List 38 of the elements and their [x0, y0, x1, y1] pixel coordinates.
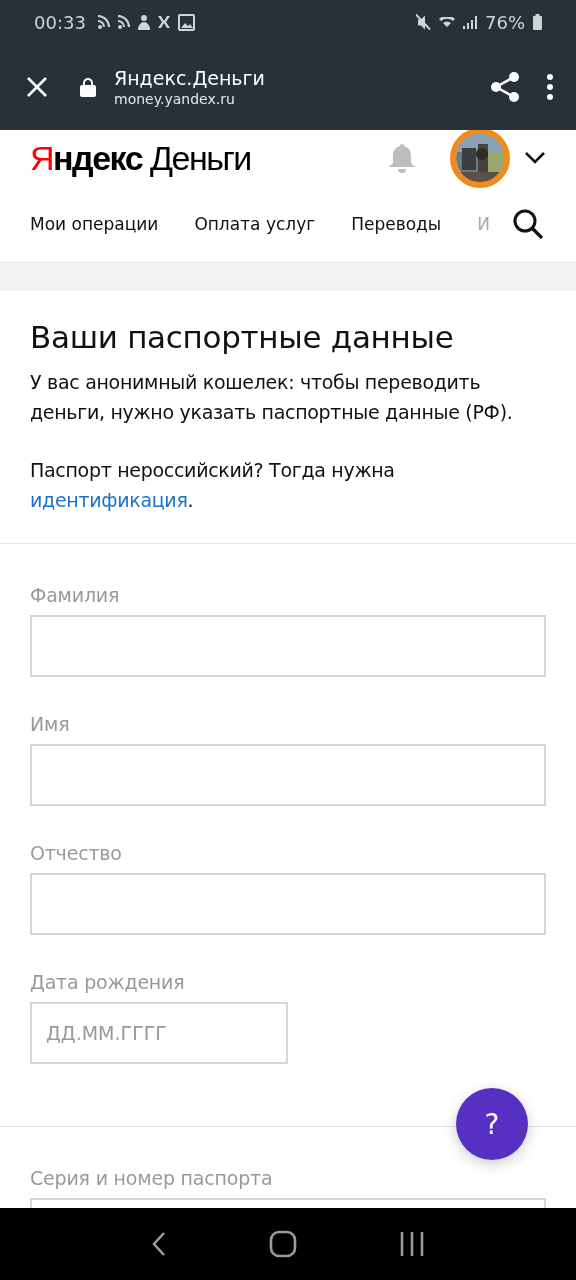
input-field[interactable]	[30, 744, 546, 806]
home-icon[interactable]	[269, 1230, 297, 1258]
mute-icon	[416, 14, 431, 30]
rss-icon	[117, 15, 130, 29]
help-button[interactable]: ?	[456, 1088, 528, 1160]
nav-tab[interactable]: Мои операции	[30, 214, 159, 234]
nav-tab[interactable]: Оплата услуг	[194, 214, 316, 234]
signal-icon	[463, 15, 477, 29]
image-icon	[177, 13, 195, 31]
identification-link[interactable]: идентификация	[30, 489, 188, 511]
section-title: Ваши паспортные данные	[30, 319, 455, 355]
field-label: Имя	[30, 713, 71, 735]
field-label: Дата рождения	[30, 971, 186, 993]
field-label: Фамилия	[30, 584, 121, 606]
input-field[interactable]: ДД.ММ.ГГГГ	[30, 1002, 288, 1064]
wifi-icon	[439, 17, 455, 27]
rss-icon	[97, 15, 110, 29]
page-title: Яндекс.Деньги	[114, 67, 266, 89]
status-time: 00:33	[34, 11, 86, 33]
identification-note: Паспорт нероссийский? Тогда нужна идентификация.	[30, 458, 396, 513]
recent-apps-icon[interactable]	[399, 1231, 425, 1257]
avatar[interactable]	[450, 130, 510, 188]
nav-tab[interactable]: Переводы	[351, 214, 442, 234]
field-label: Отчество	[30, 842, 123, 864]
person-icon	[137, 14, 150, 30]
chevron-down-icon[interactable]	[524, 151, 546, 165]
info-text: У вас анонимный кошелек: чтобы переводить деньги, нужно указать паспортные данные (РФ).	[30, 370, 514, 425]
lock-icon	[80, 77, 96, 97]
search-icon[interactable]	[512, 208, 544, 240]
more-icon[interactable]	[546, 74, 554, 100]
logo[interactable]: Яндекс Деньги	[30, 137, 251, 179]
battery-icon	[533, 14, 542, 30]
input-field[interactable]	[30, 873, 546, 935]
input-field[interactable]	[30, 615, 546, 677]
back-icon[interactable]	[151, 1231, 167, 1257]
battery-percentage: 76%	[485, 11, 525, 33]
field-label: Серия и номер паспорта	[30, 1167, 274, 1189]
page-url: money.yandex.ru	[114, 91, 236, 107]
